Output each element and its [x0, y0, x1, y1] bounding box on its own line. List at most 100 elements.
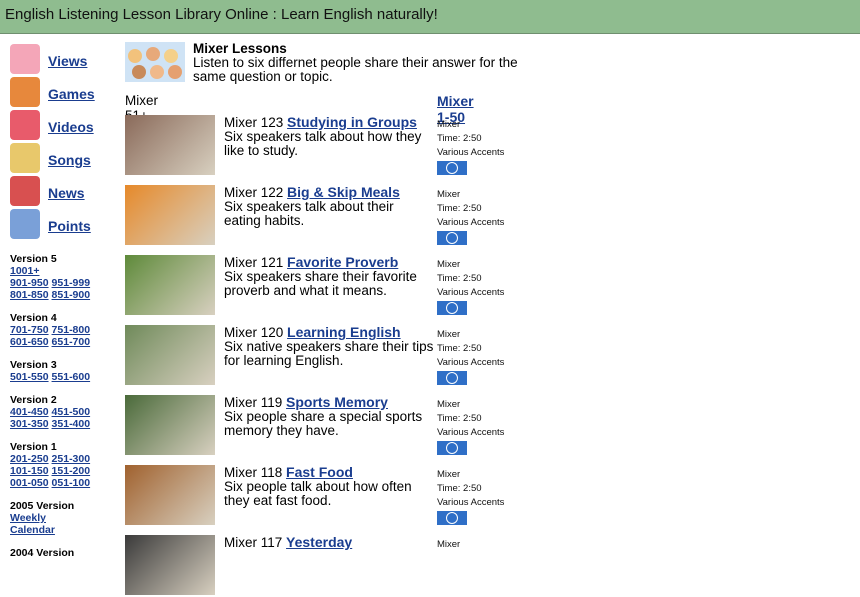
lesson-thumbnail[interactable] — [125, 255, 215, 315]
lesson-text: Mixer 117 Yesterday — [224, 535, 434, 550]
version-range-link[interactable]: 201-250 — [10, 453, 49, 465]
lesson-item: Mixer 122 Big & Skip Meals Six speakers t… — [125, 185, 545, 247]
lesson-thumbnail[interactable] — [125, 185, 215, 245]
lesson-number: Mixer 120 — [224, 325, 284, 340]
version-range-link[interactable]: 701-750 — [10, 324, 49, 336]
lesson-title-link[interactable]: Yesterday — [286, 534, 352, 550]
nav-link-videos[interactable]: Videos — [48, 119, 94, 135]
lesson-title-link[interactable]: Studying in Groups — [287, 114, 417, 130]
lesson-thumbnail[interactable] — [125, 115, 215, 175]
lesson-meta: Mixer Time: 2:50 Various Accents — [437, 398, 504, 455]
version-row: 1001+ — [10, 265, 115, 277]
nav-item-songs[interactable]: Songs — [10, 143, 110, 176]
nav-link-games[interactable]: Games — [48, 86, 95, 102]
lesson-thumbnail[interactable] — [125, 535, 215, 595]
version-range-link[interactable]: 551-600 — [52, 371, 91, 383]
version-range-link[interactable]: 251-300 — [52, 453, 91, 465]
lesson-type: Mixer — [437, 259, 461, 270]
version-range-link[interactable]: 401-450 — [10, 406, 49, 418]
lesson-text: Mixer 119 Sports Memory Six people share … — [224, 395, 434, 438]
lesson-title-link[interactable]: Learning English — [287, 324, 401, 340]
lesson-time: Time: 2:50 — [437, 133, 482, 144]
nav-link-news[interactable]: News — [48, 185, 85, 201]
version-range-link[interactable]: 651-700 — [52, 336, 91, 348]
lesson-number: Mixer 123 — [224, 115, 284, 130]
lesson-type: Mixer — [437, 399, 461, 410]
version-row: 901-950 951-999 — [10, 277, 115, 289]
person-views-icon — [10, 44, 40, 74]
lesson-meta: Mixer Time: 2:50 Various Accents — [437, 188, 504, 245]
lesson-description: Six speakers talk about their eating hab… — [224, 199, 394, 228]
lesson-thumbnail[interactable] — [125, 465, 215, 525]
version-row: 201-250 251-300 — [10, 453, 115, 465]
mixer-faces-icon — [125, 42, 185, 82]
lesson-title-link[interactable]: Big & Skip Meals — [287, 184, 400, 200]
lesson-time: Time: 2:50 — [437, 203, 482, 214]
lesson-accents: Various Accents — [437, 287, 505, 298]
version-range-link[interactable]: 851-900 — [52, 289, 91, 301]
version-range-link[interactable]: 951-999 — [52, 277, 91, 289]
lesson-description: Six native speakers share their tips for… — [224, 339, 434, 368]
version-range-link[interactable]: 151-200 — [52, 465, 91, 477]
version-range-link[interactable]: Weekly — [10, 512, 46, 524]
lesson-type: Mixer — [437, 119, 461, 130]
version-row: Calendar — [10, 524, 115, 536]
nav-link-songs[interactable]: Songs — [48, 152, 91, 168]
person-video-icon — [10, 110, 40, 140]
version-row: 801-850 851-900 — [10, 289, 115, 301]
nav-item-videos[interactable]: Videos — [10, 110, 110, 143]
version-title: Version 3 — [10, 359, 57, 371]
nav-item-views[interactable]: Views — [10, 44, 110, 77]
version-range-link[interactable]: 601-650 — [10, 336, 49, 348]
version-range-link[interactable]: 751-800 — [52, 324, 91, 336]
nav-item-points[interactable]: Points — [10, 209, 110, 242]
lesson-text: Mixer 123 Studying in Groups Six speakers… — [224, 115, 434, 158]
lesson-item: Mixer 120 Learning English Six native spe… — [125, 325, 545, 387]
lesson-number: Mixer 117 — [224, 535, 283, 550]
nav-link-views[interactable]: Views — [48, 53, 87, 69]
version-range-link[interactable]: 1001+ — [10, 265, 40, 277]
version-range-link[interactable]: 901-950 — [10, 277, 49, 289]
globe-accents-icon — [437, 231, 467, 245]
version-range-link[interactable]: Calendar — [10, 524, 55, 536]
nav-link-points[interactable]: Points — [48, 218, 91, 234]
lesson-description: Six people talk about how often they eat… — [224, 479, 412, 508]
lesson-item: Mixer 117 Yesterday Mixer — [125, 535, 545, 597]
lesson-accents: Various Accents — [437, 357, 505, 368]
version-range-link[interactable]: 101-150 — [10, 465, 49, 477]
lesson-thumbnail[interactable] — [125, 325, 215, 385]
version-title: Version 5 — [10, 253, 57, 265]
version-range-link[interactable]: 051-100 — [52, 477, 91, 489]
version-list: Version 5 1001+ 901-950 951-999 801-850 851-9… — [10, 253, 115, 559]
lesson-time: Time: 2:50 — [437, 273, 482, 284]
version-row: 001-050 051-100 — [10, 477, 115, 489]
lesson-description: Six speakers talk about how they like to… — [224, 129, 422, 158]
version-title: 2005 Version — [10, 500, 75, 512]
nav-item-news[interactable]: News — [10, 176, 110, 209]
lesson-time: Time: 2:50 — [437, 343, 482, 354]
person-points-icon — [10, 209, 40, 239]
version-range-link[interactable]: 301-350 — [10, 418, 49, 430]
version-range-link[interactable]: 001-050 — [10, 477, 49, 489]
top-banner: English Listening Lesson Library Online … — [0, 0, 860, 34]
nav-item-games[interactable]: Games — [10, 77, 110, 110]
version-row: 701-750 751-800 — [10, 324, 115, 336]
lesson-meta: Mixer Time: 2:50 Various Accents — [437, 118, 504, 175]
version-row: Weekly — [10, 512, 115, 524]
version-range-link[interactable]: 501-550 — [10, 371, 49, 383]
version-range-link[interactable]: 451-500 — [52, 406, 91, 418]
person-news-icon — [10, 176, 40, 206]
lesson-title-link[interactable]: Favorite Proverb — [287, 254, 398, 270]
lesson-title-link[interactable]: Fast Food — [286, 464, 353, 480]
globe-accents-icon — [437, 511, 467, 525]
lesson-title-link[interactable]: Sports Memory — [286, 394, 388, 410]
section-description: Listen to six differnet people share the… — [193, 55, 518, 84]
version-range-link[interactable]: 801-850 — [10, 289, 49, 301]
lesson-thumbnail[interactable] — [125, 395, 215, 455]
lesson-meta: Mixer Time: 2:50 Various Accents — [437, 468, 504, 525]
lesson-number: Mixer 121 — [224, 255, 284, 270]
version-row: 501-550 551-600 — [10, 371, 115, 383]
lesson-text: Mixer 120 Learning English Six native spe… — [224, 325, 434, 368]
lesson-text: Mixer 122 Big & Skip Meals Six speakers t… — [224, 185, 434, 228]
version-range-link[interactable]: 351-400 — [52, 418, 91, 430]
